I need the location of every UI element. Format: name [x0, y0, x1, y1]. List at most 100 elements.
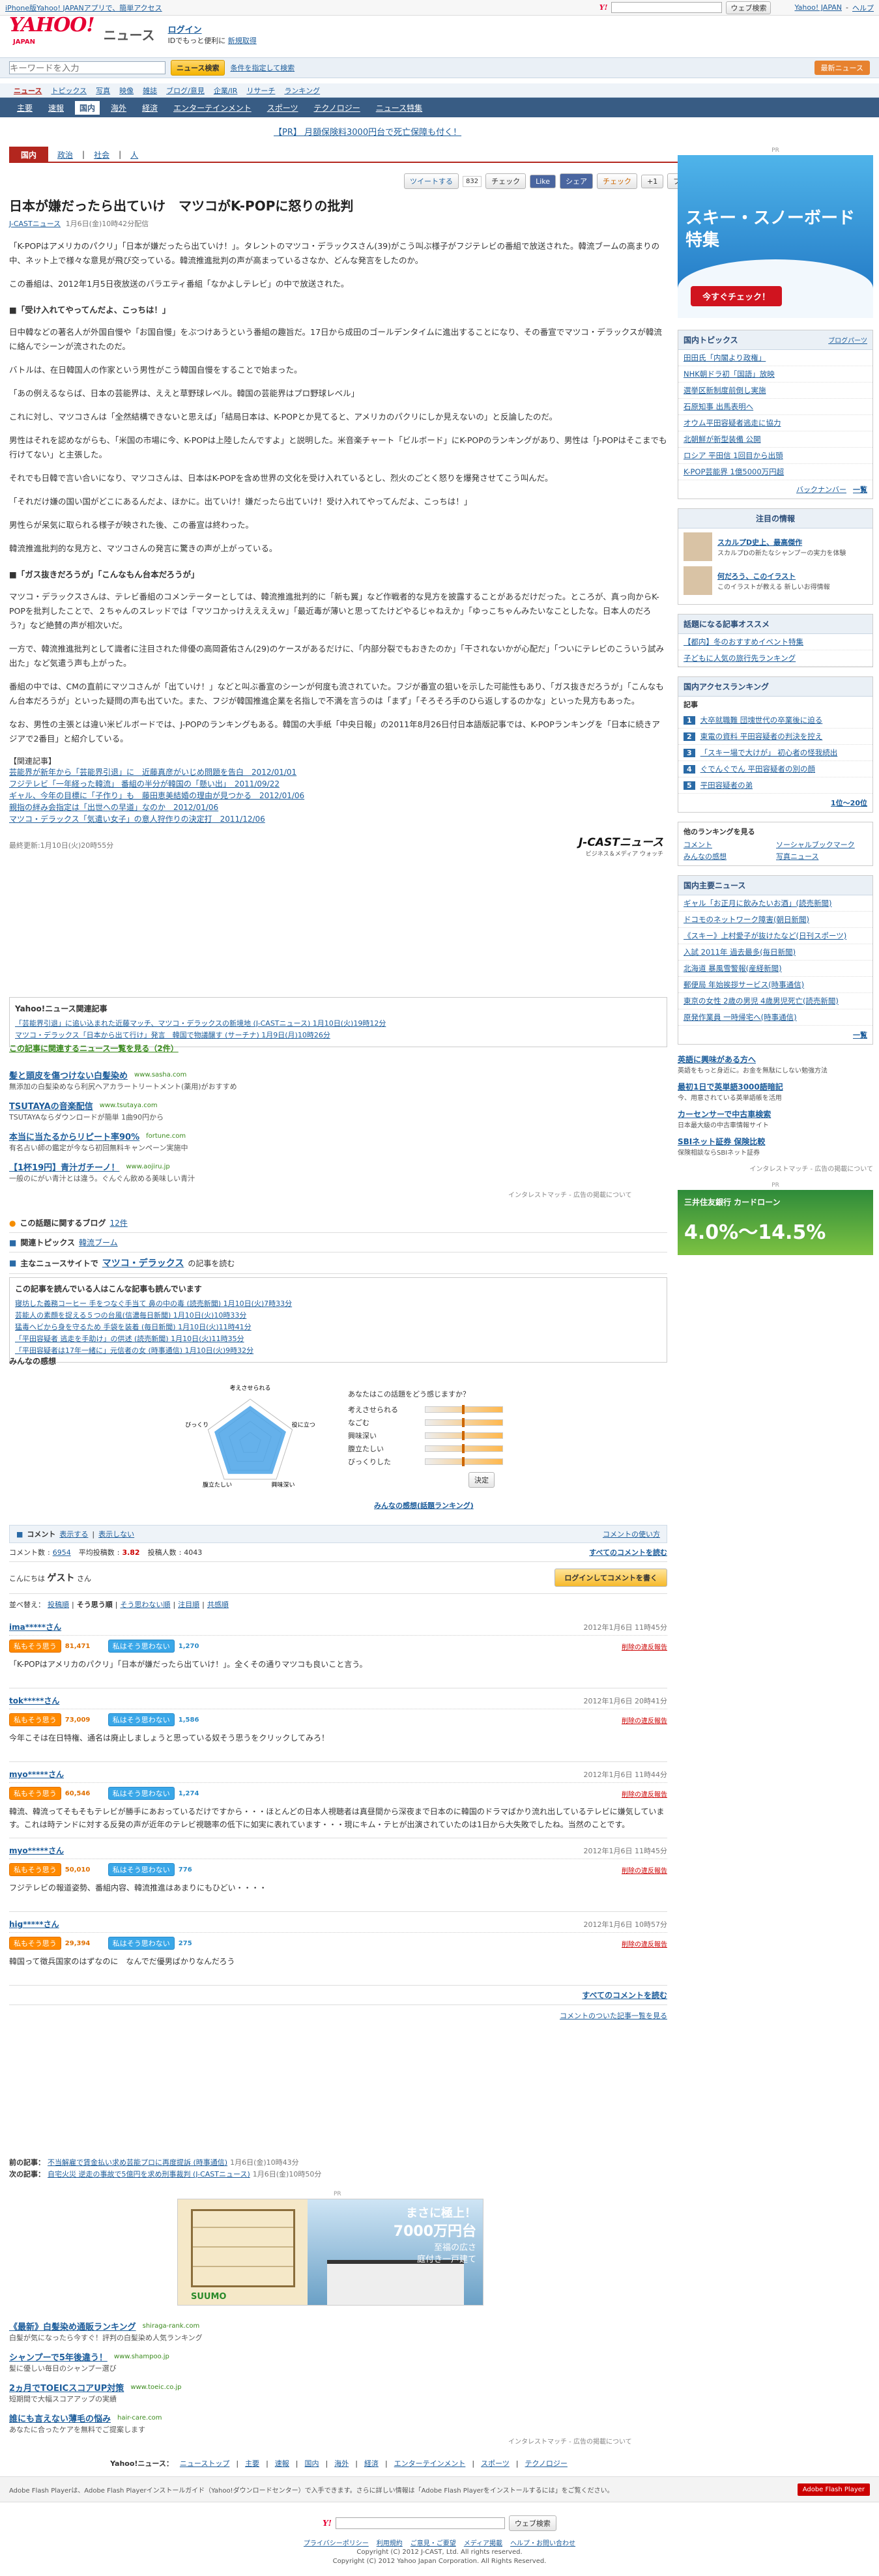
footer-nav-link[interactable]: 海外 — [334, 2458, 349, 2468]
topic-link[interactable]: 韓流ブーム — [79, 1237, 118, 1248]
latest-news-tag[interactable]: 最新ニュース — [814, 61, 870, 75]
access-ranking-item[interactable]: 3 「スキー場で大けが」 初心者の怪我続出 — [678, 745, 872, 761]
also-read-item[interactable]: 猛毒ヘビから身を守るため 手袋を装着 (毎日新聞) 1月10日(火)11時41分 — [15, 1322, 661, 1333]
category-nav-item[interactable]: テクノロジー — [310, 101, 365, 115]
login-link[interactable]: ログイン — [168, 23, 257, 35]
related-article-link[interactable]: 芸能界が新年から「芸能界引退」に 近藤真彦がいじめ問題を告白 2012/01/0… — [9, 766, 667, 778]
service-tab[interactable]: 雑誌 — [143, 85, 157, 96]
mixi-check-button[interactable]: チェック — [597, 173, 638, 189]
commented-news-link[interactable]: コメントのついた記事一覧を見る — [560, 2010, 667, 2021]
disagree-button[interactable]: 私はそう思わない — [108, 1640, 175, 1653]
feeling-slider[interactable] — [425, 1418, 503, 1427]
iphone-app-link[interactable]: iPhone版Yahoo! JAPANアプリで、簡単アクセス — [5, 3, 162, 13]
topic-item[interactable]: 石原知事 出馬表明へ — [678, 399, 872, 415]
service-tab[interactable]: トピックス — [51, 85, 87, 96]
footer-nav-link[interactable]: 経済 — [364, 2458, 379, 2468]
bank-banner[interactable]: 三井住友銀行 カードローン 4.0%～14.5% — [678, 1190, 873, 1255]
feeling-slider[interactable] — [425, 1431, 503, 1440]
disagree-button[interactable]: 私はそう思わない — [108, 1937, 175, 1950]
topic-item[interactable]: 田田氏「内閣より政権」 — [678, 350, 872, 366]
ranking-link[interactable]: 写真ニュース — [776, 851, 867, 861]
disagree-button[interactable]: 私はそう思わない — [108, 1787, 175, 1800]
feeling-slider[interactable] — [425, 1457, 503, 1466]
ad-title[interactable]: 2ヵ月でTOEICスコアUP対策 — [9, 2381, 124, 2394]
ranking-link[interactable]: ソーシャルブックマーク — [776, 839, 867, 850]
yahoo-footer-logo[interactable]: Y! — [323, 2519, 332, 2528]
service-tab[interactable]: ニュース — [14, 85, 42, 96]
sidebar-ad-title[interactable]: SBIネット証券 保険比較 — [678, 1136, 873, 1147]
report-link[interactable]: 削除の違反報告 — [622, 1865, 667, 1875]
also-read-item[interactable]: 芸能人の素顔を捉える５つの台風(信濃毎日新聞) 1月10日(火)10時33分 — [15, 1310, 661, 1322]
related-article-link[interactable]: 親指の絆み会指定は「出世への早道」なのか 2012/01/06 — [9, 802, 667, 813]
feeling-slider-handle[interactable] — [462, 1418, 465, 1427]
recommended-item[interactable]: 【都内】冬のおすすめイベント特集 — [678, 634, 872, 650]
footer-nav-link[interactable]: テクノロジー — [525, 2458, 568, 2468]
featured-item[interactable]: スカルプD史上、最高傑作 スカルプDの新たなシャンプーの実力を体験 — [684, 532, 867, 561]
domestic-news-item[interactable]: 原発作業員 一時帰宅へ(時事通信) — [678, 1009, 872, 1026]
sidebar-ad-title[interactable]: カーセンサーで中古車検索 — [678, 1108, 873, 1120]
footer-link[interactable]: メディア掲載 — [464, 2538, 502, 2547]
footer-link[interactable]: プライバシーポリシー — [304, 2538, 369, 2547]
agree-button[interactable]: 私もそう思う — [9, 1640, 61, 1653]
ads-note[interactable]: インタレストマッチ - 広告の掲載について — [508, 1189, 632, 1199]
ad-title[interactable]: 髪と頭皮を傷つけない白髪染め — [9, 1069, 128, 1081]
ad-title[interactable]: シャンプーで5年後違う！ — [9, 2351, 108, 2363]
comment-sort-option[interactable]: 注目順 — [178, 1599, 199, 1610]
ranking-link[interactable]: コメント — [684, 839, 775, 850]
report-link[interactable]: 削除の違反報告 — [622, 1642, 667, 1651]
ski-banner[interactable]: スキー・スノーボード特集 今すぐチェック！ — [678, 155, 873, 318]
feeling-slider-handle[interactable] — [462, 1405, 465, 1414]
footer-nav-link[interactable]: スポーツ — [481, 2458, 510, 2468]
category-nav-item[interactable]: エンターテインメント — [169, 101, 256, 115]
agree-button[interactable]: 私もそう思う — [9, 1787, 61, 1800]
comment-user[interactable]: myo*****さん — [9, 1769, 64, 1780]
sidebar-ads-note[interactable]: インタレストマッチ - 広告の掲載について — [678, 1163, 873, 1173]
ad-title[interactable]: 《最新》白髪染め通販ランキング — [9, 2320, 136, 2332]
like-button[interactable]: Like — [530, 174, 556, 188]
yahoo-japan-link[interactable]: Yahoo! JAPAN — [794, 3, 842, 12]
signup-link[interactable]: 新規取得 — [228, 36, 257, 45]
topic-item[interactable]: NHK朝ドラ初「国語」放映 — [678, 366, 872, 383]
category-nav-item[interactable]: 国内 — [75, 100, 100, 115]
ranking-link[interactable]: みんなの感想 — [684, 851, 775, 861]
topic-item[interactable]: オウム平田容疑者逃走に協力 — [678, 415, 872, 431]
service-tab[interactable]: 映像 — [119, 85, 134, 96]
comment-sort-option[interactable]: そう思う順 — [77, 1599, 113, 1610]
topic-item[interactable]: K-POP芸能界 1億5000万円超 — [678, 464, 872, 480]
domestic-news-item[interactable]: 郵便局 年始挨拶サービス(時事通信) — [678, 977, 872, 993]
people-link[interactable]: マツコ・デラックス — [102, 1256, 184, 1269]
recommended-item[interactable]: 子どもに人気の旅行先ランキング — [678, 650, 872, 667]
domestic-news-item[interactable]: ギャル「お正月に飲みたいお酒」(読売新聞) — [678, 895, 872, 912]
feeling-slider-handle[interactable] — [462, 1431, 465, 1440]
top-search-input[interactable] — [611, 2, 723, 13]
news-search-button[interactable]: ニュース検索 — [171, 60, 225, 76]
topic-item[interactable]: 北朝鮮が新型装備 公開 — [678, 431, 872, 448]
ad-title[interactable]: 誰にも言えない薄毛の悩み — [9, 2412, 111, 2424]
footer-nav-link[interactable]: 主要 — [245, 2458, 259, 2468]
featured-item[interactable]: 何だろう、このイラスト このイラストが教える 新しいお得情報 — [684, 566, 867, 595]
report-link[interactable]: 削除の違反報告 — [622, 1715, 667, 1725]
category-nav-item[interactable]: 海外 — [106, 101, 131, 115]
domestic-news-item[interactable]: 《スキー》上村愛子が抜けたなど(日刊スポーツ) — [678, 928, 872, 944]
category-nav-item[interactable]: 主要 — [12, 101, 37, 115]
ad-title[interactable]: TSUTAYAの音楽配信 — [9, 1099, 93, 1112]
disagree-button[interactable]: 私はそう思わない — [108, 1713, 175, 1726]
also-read-item[interactable]: 「平田容疑者 逃走を手助け」の供述 (読売新聞) 1月10日(火)11時35分 — [15, 1333, 661, 1345]
access-ranking-item[interactable]: 1 大卒就職難 団塊世代の卒業後に迫る — [678, 712, 872, 729]
domestic-news-item[interactable]: 東京の女性 2歳の男児 4歳男児死亡(読売新聞) — [678, 993, 872, 1009]
service-tab[interactable]: 企業/IR — [214, 85, 238, 96]
access-ranking-item[interactable]: 4 ぐでんぐでん 平田容疑者の別の顔 — [678, 761, 872, 777]
related-article-link[interactable]: マツコ・デラックス「気遣い女子」の意人狩作りの決定打 2011/12/06 — [9, 813, 667, 825]
related-news-item[interactable]: 「芸能界引退」に追い込まれた近藤マッチ、マツコ・デラックスの新境地 (J-CAS… — [15, 1018, 661, 1030]
feelings-submit-button[interactable]: 決定 — [468, 1472, 495, 1488]
access-ranking-item[interactable]: 5 平田容疑者の弟 — [678, 777, 872, 794]
also-read-item[interactable]: 寝坊した義務コーヒー 手をつなぐ手当て 鼻の中の毒 (読売新聞) 1月10日(火… — [15, 1298, 661, 1310]
ads2-note[interactable]: インタレストマッチ - 広告の掲載について — [508, 2436, 632, 2446]
report-link[interactable]: 削除の違反報告 — [622, 1789, 667, 1799]
comment-user[interactable]: tok*****さん — [9, 1695, 59, 1706]
domestic-more-link[interactable]: 一覧 — [853, 1030, 867, 1040]
agree-button[interactable]: 私もそう思う — [9, 1713, 61, 1726]
category-nav-item[interactable]: ニュース特集 — [371, 101, 427, 115]
domestic-news-item[interactable]: ドコモのネットワーク障害(朝日新聞) — [678, 912, 872, 928]
category-nav-item[interactable]: スポーツ — [263, 101, 303, 115]
